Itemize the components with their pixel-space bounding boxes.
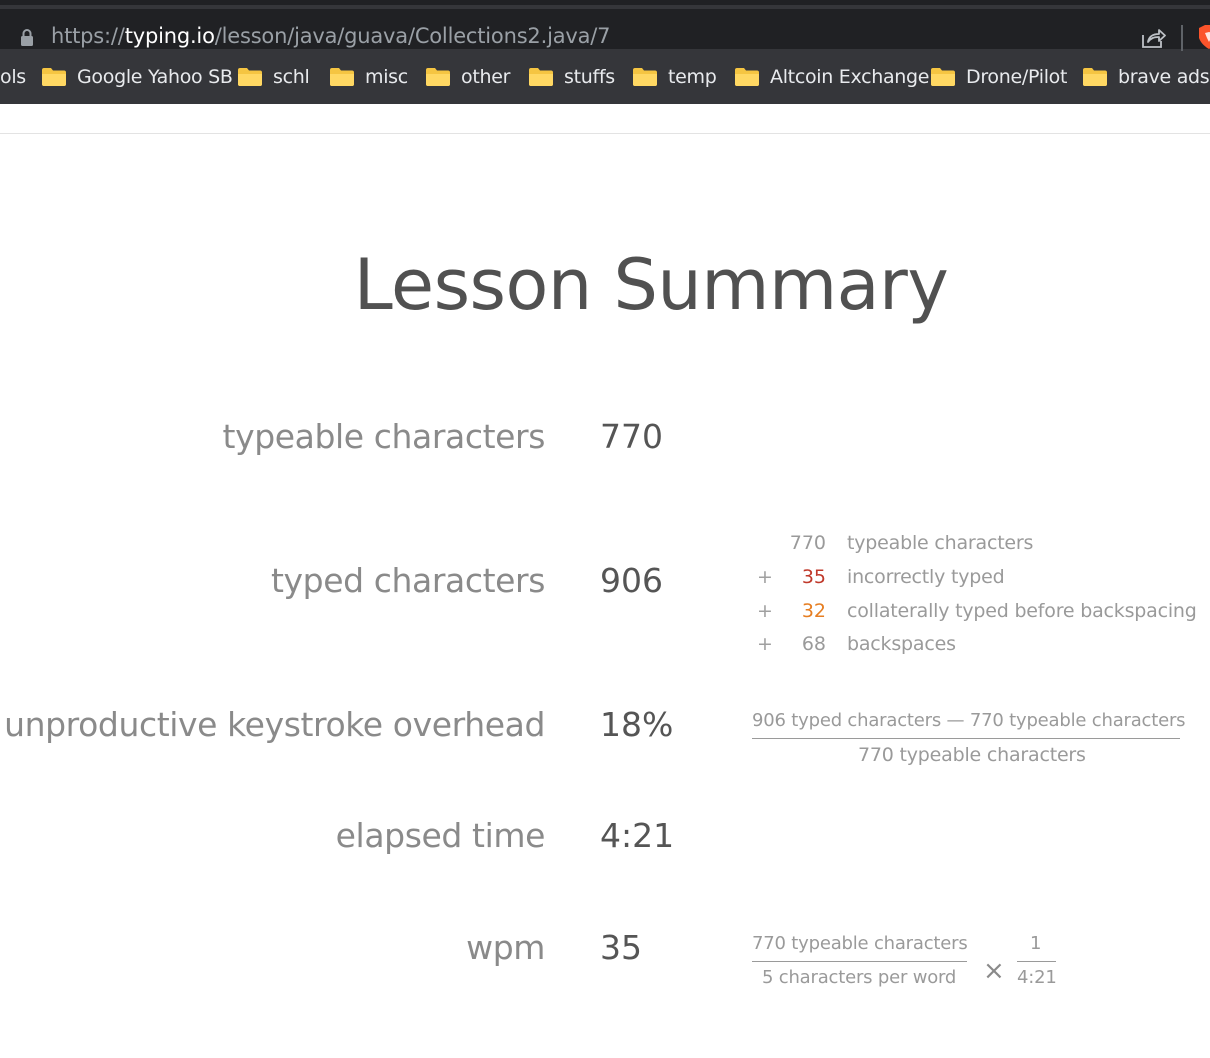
- brave-shield-icon[interactable]: [1197, 24, 1210, 50]
- bookmark-label: Altcoin Exchange: [770, 66, 930, 88]
- bookmark-label: other: [461, 66, 511, 88]
- typed-characters-label: typed characters: [271, 561, 545, 600]
- folder-icon: [1083, 68, 1107, 86]
- folder-icon: [426, 68, 450, 86]
- page-title: Lesson Summary: [353, 244, 949, 326]
- fraction-bar: [752, 961, 967, 962]
- wpm-value: 35: [600, 928, 642, 967]
- breakdown-text: typeable characters: [847, 532, 1034, 554]
- header-divider: [0, 133, 1210, 134]
- breakdown-text: collaterally typed before backspacing: [847, 600, 1197, 622]
- folder-icon: [529, 68, 553, 86]
- bookmark-ols[interactable]: ols: [0, 64, 26, 90]
- browser-chrome: https://typing.io/lesson/java/guava/Coll…: [0, 0, 1210, 104]
- bookmark-drone-pilot[interactable]: Drone/Pilot: [931, 64, 1067, 90]
- bookmark-label: schl: [273, 66, 310, 88]
- bookmark-stuffs[interactable]: stuffs: [529, 64, 615, 90]
- toolbar-separator: [1181, 25, 1183, 51]
- fraction-bar: [1017, 961, 1056, 962]
- plus-sign: +: [757, 633, 773, 655]
- bookmark-label: stuffs: [564, 66, 615, 88]
- bookmark-label: misc: [365, 66, 408, 88]
- bookmarks-bar: ols Google Yahoo SB schl misc other stuf…: [0, 52, 1210, 102]
- folder-icon: [42, 68, 66, 86]
- wpm-denominator: 5 characters per word: [762, 967, 957, 988]
- url-path: /lesson/java/guava/Collections2.java/7: [214, 24, 611, 48]
- wpm-numerator: 770 typeable characters: [752, 933, 968, 954]
- bookmark-brave-ads[interactable]: brave ads: [1083, 64, 1210, 90]
- share-icon[interactable]: [1140, 26, 1166, 50]
- breakdown-count: 35: [801, 566, 826, 588]
- elapsed-time-label: elapsed time: [335, 816, 546, 855]
- formula-denominator: 770 typeable characters: [858, 744, 1086, 766]
- folder-icon: [931, 68, 955, 86]
- bookmark-schl[interactable]: schl: [238, 64, 310, 90]
- bookmark-label: brave ads: [1118, 66, 1210, 88]
- address-bar[interactable]: https://typing.io/lesson/java/guava/Coll…: [0, 9, 1210, 51]
- bookmark-label: Google Yahoo SB: [77, 66, 233, 88]
- url-host: typing.io: [124, 24, 215, 48]
- bookmark-temp[interactable]: temp: [633, 64, 717, 90]
- elapsed-time-value: 4:21: [600, 816, 675, 855]
- folder-icon: [238, 68, 262, 86]
- url-prefix: https://: [51, 24, 125, 48]
- wpm-second-numerator: 1: [1030, 933, 1042, 954]
- folder-icon: [330, 68, 354, 86]
- folder-icon: [735, 68, 759, 86]
- bookmark-altcoin-exchange[interactable]: Altcoin Exchange: [735, 64, 930, 90]
- breakdown-count: 68: [801, 633, 826, 655]
- overhead-label: unproductive keystroke overhead: [4, 705, 545, 744]
- bookmark-label: Drone/Pilot: [966, 66, 1068, 88]
- breakdown-text: backspaces: [847, 633, 956, 655]
- window-top-edge: [0, 0, 1210, 5]
- url-text[interactable]: https://typing.io/lesson/java/guava/Coll…: [51, 24, 611, 48]
- typed-characters-value: 906: [600, 561, 663, 600]
- bookmark-google-yahoo-sb[interactable]: Google Yahoo SB: [42, 64, 233, 90]
- breakdown-text: incorrectly typed: [847, 566, 1005, 588]
- breakdown-count: 32: [801, 600, 826, 622]
- formula-numerator: 906 typed characters — 770 typeable char…: [752, 710, 1186, 731]
- bookmark-misc[interactable]: misc: [330, 64, 408, 90]
- folder-icon: [633, 68, 657, 86]
- bookmark-other[interactable]: other: [426, 64, 510, 90]
- typeable-characters-value: 770: [600, 417, 663, 456]
- bookmark-label: ols: [0, 66, 26, 88]
- breakdown-count: 770: [789, 532, 826, 554]
- lock-icon[interactable]: [20, 29, 34, 47]
- wpm-label: wpm: [466, 928, 545, 967]
- typeable-characters-label: typeable characters: [222, 417, 546, 456]
- bookmark-label: temp: [668, 66, 717, 88]
- plus-sign: +: [757, 566, 773, 588]
- plus-sign: +: [757, 600, 773, 622]
- wpm-second-denominator: 4:21: [1017, 967, 1057, 988]
- multiply-sign: ×: [983, 956, 1005, 986]
- fraction-bar: [752, 738, 1180, 739]
- overhead-value: 18%: [600, 705, 674, 744]
